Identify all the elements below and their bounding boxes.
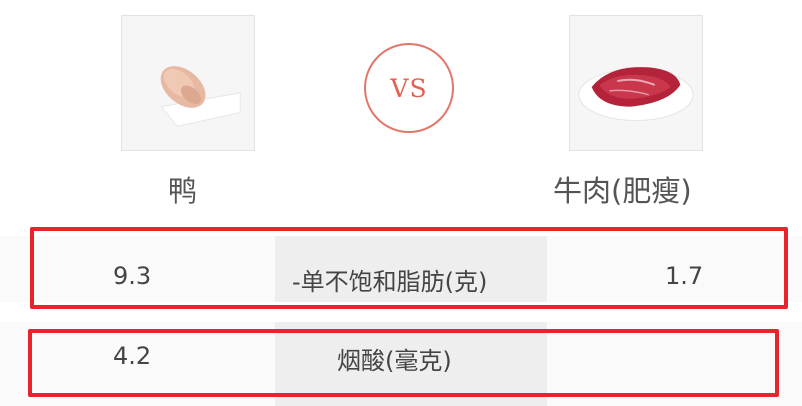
highlight-box [30,227,788,309]
food-comparison-view: VS 鸭 牛肉(肥瘦) 9.3 -单不饱和脂肪(克) 1.7 4.2 烟酸(毫克… [0,0,802,406]
duck-meat-photo [122,16,254,150]
left-food-name: 鸭 [168,174,198,208]
right-food-name: 牛肉(肥瘦) [553,174,692,208]
highlight-box [28,329,779,397]
beef-photo [570,16,702,150]
beef-image [569,15,703,151]
vs-label: VS [390,73,428,103]
vs-badge: VS [364,43,454,133]
duck-image [121,15,255,151]
